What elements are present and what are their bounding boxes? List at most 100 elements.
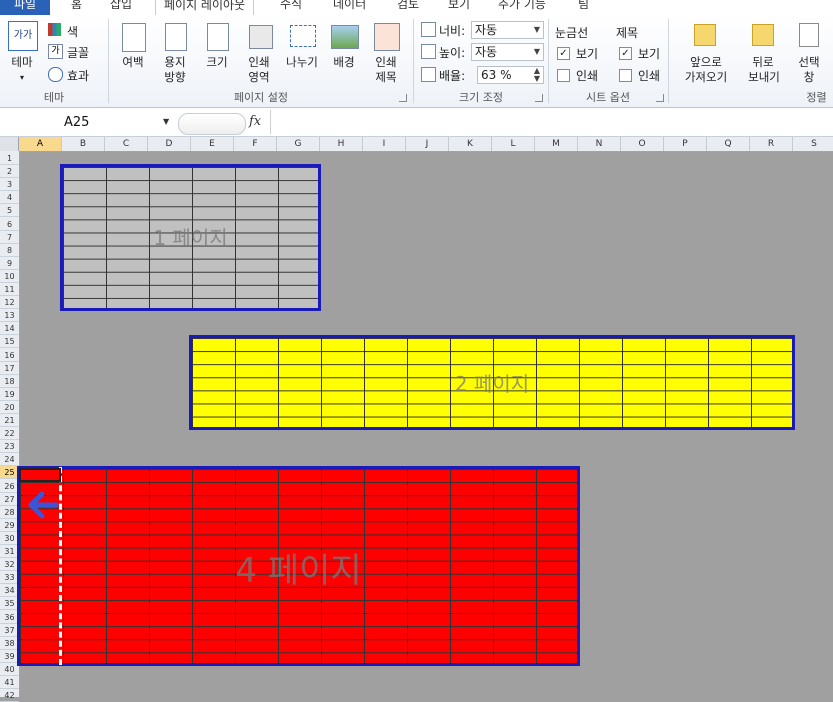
formula-bar: A25 ▼ fx [0,108,833,137]
row-header-3[interactable]: 3 [0,178,19,192]
column-header-n[interactable]: N [578,137,621,151]
theme-fonts-label: 글꼴 [67,46,90,60]
send-backward-icon [752,24,774,46]
theme-effects-label: 효과 [67,69,90,83]
select-all-corner[interactable] [0,137,19,151]
column-header-f[interactable]: F [234,137,277,151]
column-header-l[interactable]: L [492,137,535,151]
column-header-i[interactable]: I [363,137,406,151]
row-header-5[interactable]: 5 [0,204,19,218]
group-divider [668,19,669,103]
scale-launcher-icon[interactable] [535,94,543,102]
row-header-4[interactable]: 4 [0,191,19,205]
column-header-g[interactable]: G [277,137,320,151]
row-header-16[interactable]: 16 [0,349,19,362]
row-header-18[interactable]: 18 [0,375,19,388]
orientation-label-2: 방향 [164,70,186,84]
group-label-scale: 크기 조정 [459,91,503,104]
row-header-9[interactable]: 9 [0,257,19,270]
print-area-label-2: 영역 [248,70,270,84]
background-label: 배경 [333,55,355,69]
formula-input[interactable] [270,110,833,134]
column-header-j[interactable]: J [406,137,449,151]
margins-label: 여백 [122,55,144,69]
print-area-label-1: 인쇄 [248,55,270,69]
row-header-41[interactable]: 41 [0,676,19,689]
row-header-22[interactable]: 22 [0,427,19,441]
row-header-2[interactable]: 2 [0,165,19,179]
tab-view[interactable]: 보기 [448,0,470,15]
page-size-icon [207,23,229,51]
tab-file[interactable]: 파일 [0,0,51,15]
row-header-15[interactable]: 15 [0,335,19,349]
bring-forward-label-1: 앞으로 [690,55,722,69]
row-header-13[interactable]: 13 [0,309,19,323]
row-header-12[interactable]: 12 [0,296,19,310]
row-header-19[interactable]: 19 [0,388,19,401]
headings-view-checkbox[interactable]: ✓ [619,47,632,60]
column-header-e[interactable]: E [191,137,234,151]
column-header-k[interactable]: K [449,137,492,151]
chevron-down-icon: ▼ [533,47,540,56]
column-header-h[interactable]: H [320,137,363,151]
spinner-arrows-icon[interactable]: ▲ ▼ [534,67,540,83]
gridlines-view-checkbox[interactable]: ✓ [557,47,570,60]
effects-icon [48,67,63,82]
themes-label: 테마 [11,55,33,69]
row-header-24[interactable]: 24 [0,453,19,467]
print-page-2[interactable]: 2 페이지 [189,335,795,430]
row-header-21[interactable]: 21 [0,414,19,427]
tab-page-layout[interactable]: 페이지 레이아웃 [155,0,255,15]
column-header-r[interactable]: R [750,137,793,151]
scale-spinner[interactable]: 63 % ▲ ▼ [477,66,544,84]
sheet-options-launcher-icon[interactable] [656,94,664,102]
tab-home[interactable]: 홈 [71,0,82,15]
row-header-10[interactable]: 10 [0,270,19,283]
headings-print-checkbox[interactable] [619,69,632,82]
height-dropdown[interactable]: 자동 ▼ [471,43,544,61]
tab-team[interactable]: 팀 [578,0,589,15]
row-header-6[interactable]: 6 [0,218,19,231]
row-header-14[interactable]: 14 [0,322,19,336]
tab-insert[interactable]: 삽입 [110,0,132,15]
height-icon [421,44,436,59]
insert-function-icon[interactable]: fx [249,114,261,129]
tab-formulas[interactable]: 수식 [280,0,302,15]
breaks-label: 나누기 [286,55,318,69]
row-header-8[interactable]: 8 [0,244,19,257]
row-header-1[interactable]: 1 [0,152,19,165]
page-label: 1 페이지 [153,226,228,250]
column-header-q[interactable]: Q [707,137,750,151]
chevron-down-icon[interactable]: ▼ [163,117,169,126]
row-header-17[interactable]: 17 [0,362,19,375]
column-header-o[interactable]: O [621,137,664,151]
gridlines-view-label: 보기 [576,47,599,61]
row-header-23[interactable]: 23 [0,440,19,454]
column-header-s[interactable]: S [793,137,833,151]
name-box[interactable]: A25 [19,114,174,132]
row-header-11[interactable]: 11 [0,283,19,296]
row-header-7[interactable]: 7 [0,231,19,244]
tab-data[interactable]: 데이터 [333,0,366,15]
selection-pane-icon [799,23,819,47]
column-headers: ABCDEFGHIJKLMNOPQRS [0,137,833,152]
column-header-d[interactable]: D [148,137,191,151]
row-header-42[interactable]: 42 [0,689,19,702]
scale-icon [421,67,436,82]
width-dropdown[interactable]: 자동 ▼ [471,21,544,39]
gridlines-print-checkbox[interactable] [557,69,570,82]
tab-review[interactable]: 검토 [397,0,419,15]
column-header-b[interactable]: B [62,137,105,151]
print-page-1[interactable]: 1 페이지 [60,164,321,311]
active-cell-a25[interactable] [19,468,61,482]
page-setup-launcher-icon[interactable] [399,94,407,102]
column-header-m[interactable]: M [535,137,578,151]
column-header-a[interactable]: A [19,137,62,151]
tab-add-ins[interactable]: 추가 기능 [498,0,546,15]
column-header-c[interactable]: C [105,137,148,151]
row-header-20[interactable]: 20 [0,401,19,414]
column-header-p[interactable]: P [664,137,707,151]
print-titles-label-1: 인쇄 [375,55,397,69]
orientation-label-1: 용지 [164,55,186,69]
print-page-4[interactable]: 4 페이지 [17,466,580,666]
